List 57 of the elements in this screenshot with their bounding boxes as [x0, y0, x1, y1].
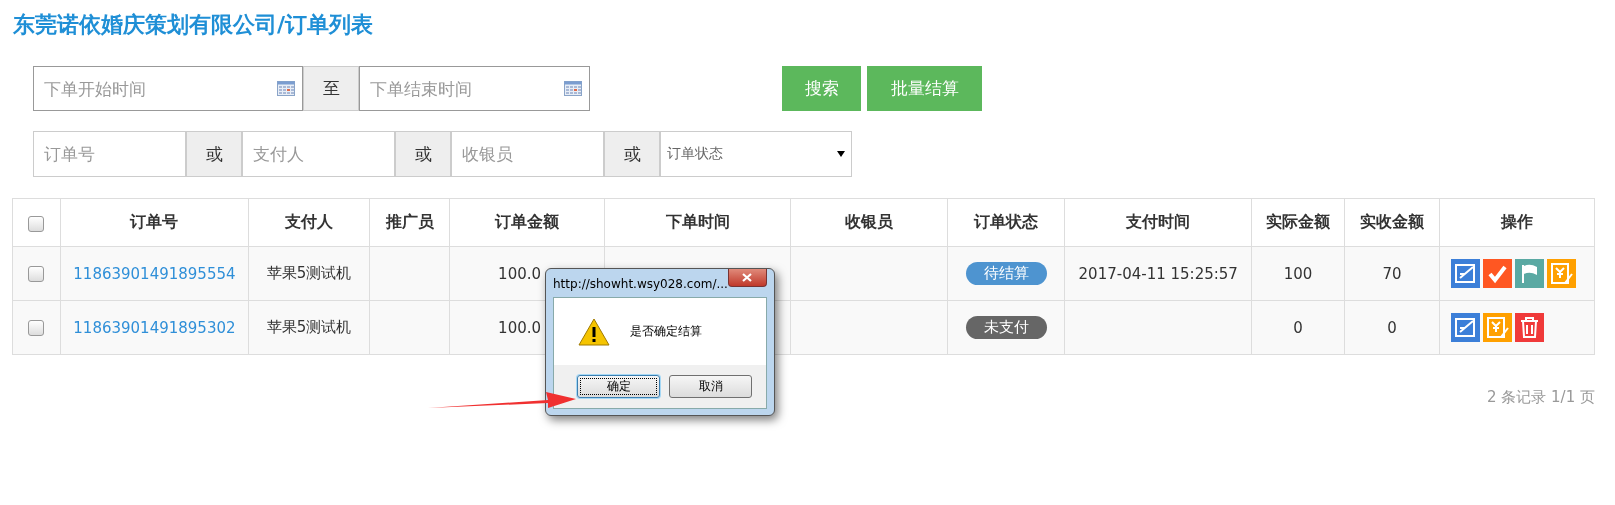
warning-icon: [578, 317, 610, 346]
received-amount-text: 70: [1382, 264, 1402, 283]
close-icon: [742, 272, 753, 282]
header-cell: 收银员: [790, 198, 948, 247]
status-badge: 未支付: [965, 316, 1047, 339]
header-cell: 实际金额: [1251, 198, 1345, 247]
payer-text: 苹果5测试机: [266, 264, 352, 282]
row-checkbox[interactable]: [28, 320, 45, 336]
select-all-checkbox[interactable]: [28, 215, 45, 232]
search-button[interactable]: 搜索: [782, 66, 861, 111]
dialog-button[interactable]: 确定: [577, 375, 660, 398]
bill-icon[interactable]: [1547, 259, 1577, 288]
pagination-text: 2 条记录 1/1 页: [1487, 388, 1595, 406]
calendar-icon[interactable]: [277, 80, 295, 96]
amount-text: 100.0: [498, 264, 542, 283]
received-amount-text: 0: [1387, 318, 1397, 337]
edit-icon[interactable]: [1451, 313, 1481, 342]
actual-amount-text: 100: [1283, 264, 1313, 283]
pay-time-text: 2017-04-11 15:25:57: [1078, 264, 1238, 283]
dialog-message: 是否确定结算: [630, 323, 702, 340]
calendar-icon[interactable]: [564, 80, 582, 96]
filter-field[interactable]: 订单号: [33, 131, 186, 177]
batch-settle-button[interactable]: 批量结算: [867, 66, 982, 111]
header-cell: 推广员: [369, 198, 450, 247]
header-cell: 下单时间: [604, 198, 791, 247]
bill-icon[interactable]: [1483, 313, 1513, 342]
or-label: 或: [604, 131, 660, 177]
header-cell: 订单号: [60, 198, 249, 247]
filter-field[interactable]: 收银员: [451, 131, 604, 177]
header-cell: 实收金额: [1344, 198, 1440, 247]
close-button[interactable]: [727, 269, 767, 287]
end-date-field[interactable]: 下单结束时间: [359, 66, 590, 111]
header-cell: 支付人: [248, 198, 370, 247]
start-date-field[interactable]: 下单开始时间: [33, 66, 303, 111]
or-label: 或: [395, 131, 451, 177]
dropdown-caret-icon: [837, 151, 845, 157]
header-cell: 操作: [1439, 198, 1595, 247]
range-separator: 至: [303, 66, 359, 111]
header-cell: 订单状态: [947, 198, 1065, 247]
payer-text: 苹果5测试机: [266, 318, 352, 336]
actual-amount-text: 0: [1293, 318, 1303, 337]
status-select[interactable]: 订单状态: [660, 131, 852, 177]
delete-icon[interactable]: [1515, 313, 1545, 342]
page-title: 东莞诺依婚庆策划有限公司/订单列表: [12, 11, 375, 39]
status-select-text: 订单状态: [667, 145, 723, 163]
row-checkbox[interactable]: [28, 266, 45, 282]
amount-text: 100.0: [498, 318, 542, 337]
header-cell: 订单金额: [449, 198, 605, 247]
edit-icon[interactable]: [1451, 259, 1481, 288]
header-cell: 支付时间: [1064, 198, 1252, 247]
dialog-button[interactable]: 取消: [669, 375, 752, 398]
status-badge: 待结算: [965, 262, 1047, 285]
flag-icon[interactable]: [1515, 259, 1545, 288]
check-icon[interactable]: [1483, 259, 1513, 288]
filter-field[interactable]: 支付人: [242, 131, 395, 177]
dialog-title: http://showht.wsy028.com/...: [553, 276, 728, 291]
or-label: 或: [186, 131, 242, 177]
